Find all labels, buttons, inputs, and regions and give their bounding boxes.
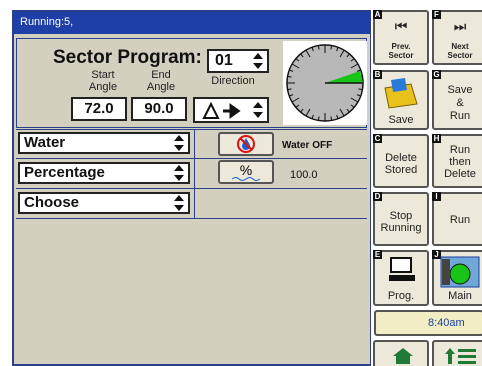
prev-sector-button[interactable]: A ⏮ Prev. Sector [373, 10, 429, 65]
dial-tick [330, 116, 333, 121]
spinner-arrows-icon[interactable] [174, 165, 184, 181]
water-select[interactable]: Water [18, 132, 190, 154]
up-list-icon [445, 348, 476, 364]
spinner-arrows-icon[interactable] [174, 135, 184, 151]
main-screen-icon [440, 256, 480, 288]
home-button[interactable] [373, 340, 429, 366]
sector-dial [283, 41, 367, 125]
next-sector-button[interactable]: F ⏭ Next Sector [432, 10, 482, 65]
clock-display: 8:40am [374, 310, 482, 336]
delete-stored-button[interactable]: C Delete Stored [373, 134, 429, 188]
sector-program-title: Sector Program: [53, 47, 202, 68]
dial-tick [317, 116, 320, 121]
save-folder-icon [384, 78, 418, 109]
save-button[interactable]: B Save [373, 70, 429, 130]
spinner-arrows-icon[interactable] [253, 102, 263, 118]
water-status: Water OFF [282, 140, 333, 151]
direction-label: Direction [211, 75, 255, 87]
run-then-delete-button[interactable]: H Run then Delete [432, 134, 482, 188]
computer-icon [389, 257, 415, 281]
dial-tick [287, 88, 292, 91]
sector-number-stepper[interactable]: 01 [207, 49, 269, 73]
start-angle-label: Start Angle [88, 69, 118, 93]
sector-number-value: 01 [215, 52, 233, 69]
end-angle-label: End Angle [146, 69, 176, 93]
choose-select[interactable]: Choose [18, 192, 190, 214]
percentage-value: 100.0 [290, 169, 318, 181]
percentage-button[interactable]: % [218, 160, 274, 184]
main-button[interactable]: J Main [432, 250, 482, 306]
direction-selector[interactable] [193, 97, 269, 123]
main-panel: Running:5, Sector Program: 01 Start Angle… [12, 10, 371, 366]
dial-tick [330, 45, 333, 50]
dial-tick [317, 45, 320, 50]
no-water-icon [237, 135, 255, 153]
skip-back-icon: ⏮ [394, 18, 408, 34]
up-list-button[interactable] [432, 340, 482, 366]
dial-tick [287, 75, 292, 78]
percentage-select[interactable]: Percentage [18, 162, 190, 184]
spinner-arrows-icon[interactable] [253, 53, 263, 69]
rotate-right-icon [202, 101, 241, 119]
program-button[interactable]: E Prog. [373, 250, 429, 306]
status-bar: Running:5, [14, 12, 370, 34]
wave-icon [232, 177, 261, 181]
sector-program-box: Sector Program: 01 Start Angle End Angle D… [16, 38, 367, 128]
save-and-run-button[interactable]: G Save & Run [432, 70, 482, 130]
home-icon [393, 348, 413, 364]
skip-forward-icon: ⏭ [453, 18, 467, 34]
dial-tick [358, 88, 363, 91]
run-button[interactable]: I Run [432, 192, 482, 246]
start-angle-field[interactable]: 72.0 [71, 97, 127, 121]
spinner-arrows-icon[interactable] [174, 195, 184, 211]
water-toggle-button[interactable] [218, 132, 274, 156]
stop-running-button[interactable]: D Stop Running [373, 192, 429, 246]
end-angle-field[interactable]: 90.0 [131, 97, 187, 121]
